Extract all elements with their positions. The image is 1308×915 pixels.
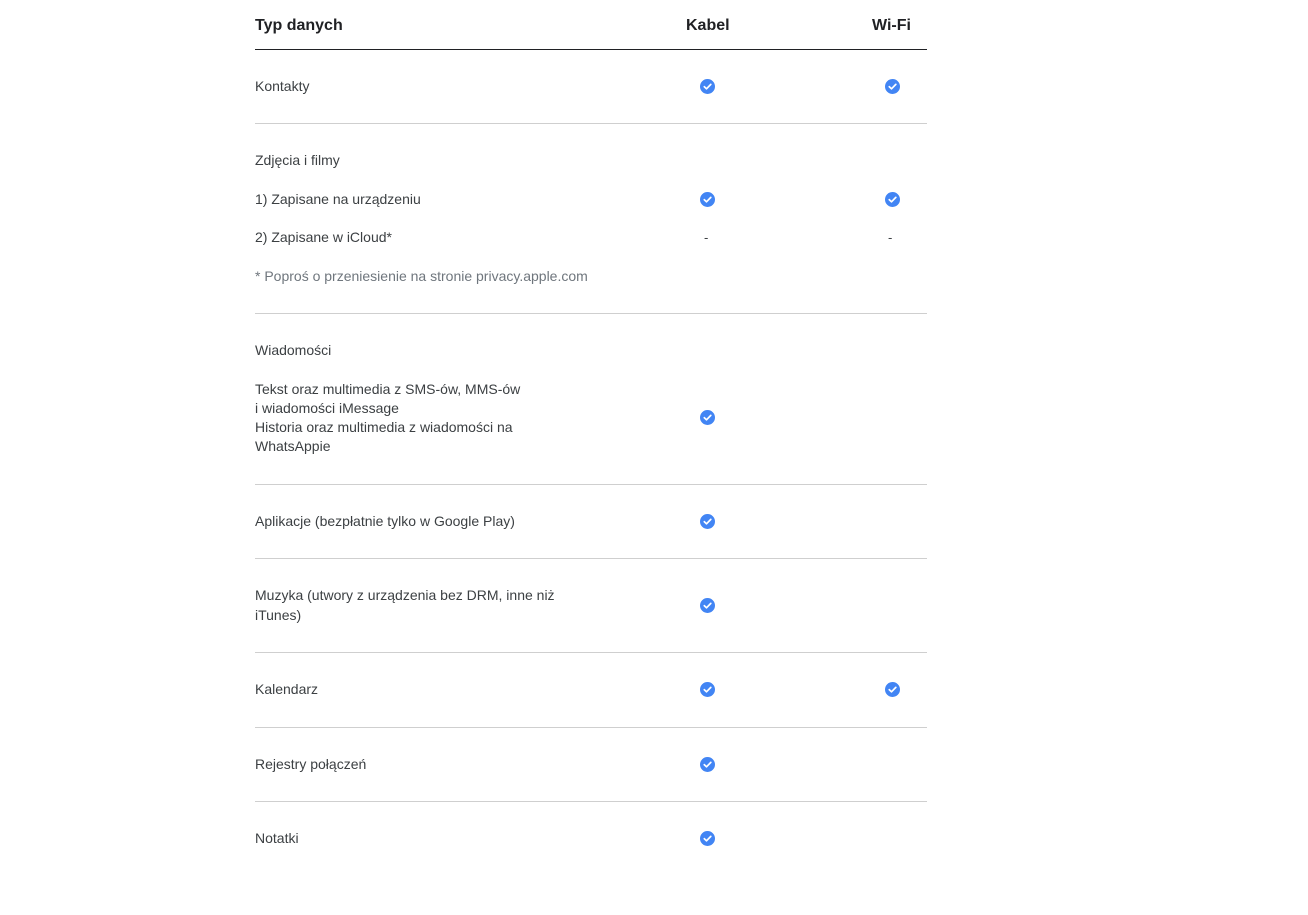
music-line-1: Muzyka (utwory z urządzenia bez DRM, inn…	[255, 587, 555, 603]
section-title: Wiadomości	[255, 342, 332, 358]
cable-check-icon	[700, 192, 715, 207]
row-apps: Aplikacje (bezpłatnie tylko w Google Pla…	[255, 484, 927, 559]
row-music: Muzyka (utwory z urządzenia bez DRM, inn…	[255, 558, 927, 653]
messages-line-1: Tekst oraz multimedia z SMS-ów, MMS-ów	[255, 381, 521, 397]
row-label: Kontakty	[255, 78, 310, 94]
column-header-cable: Kabel	[686, 17, 730, 34]
data-transfer-table: Typ danych Kabel Wi-Fi Kontakty Zdjęcia …	[255, 0, 927, 846]
cable-dash: -	[704, 230, 709, 245]
icloud-note: * Poproś o przeniesienie na stronie priv…	[255, 268, 588, 284]
wifi-check-icon	[885, 682, 900, 697]
row-label: Aplikacje (bezpłatnie tylko w Google Pla…	[255, 513, 515, 529]
cable-check-icon	[700, 831, 715, 846]
wifi-check-icon	[885, 79, 900, 94]
cable-check-icon	[700, 410, 715, 425]
row-contacts: Kontakty	[255, 49, 927, 124]
row-calls: Rejestry połączeń	[255, 727, 927, 802]
wifi-check-icon	[885, 192, 900, 207]
cable-check-icon	[700, 757, 715, 772]
column-header-wifi: Wi-Fi	[872, 17, 911, 34]
wifi-dash: -	[888, 230, 893, 245]
messages-line-2: i wiadomości iMessage	[255, 400, 399, 416]
row-label: Rejestry połączeń	[255, 756, 367, 772]
cable-check-icon	[700, 79, 715, 94]
cable-check-icon	[700, 514, 715, 529]
row-calendar: Kalendarz	[255, 652, 927, 728]
messages-line-4: WhatsAppie	[255, 438, 331, 454]
table-header: Typ danych Kabel Wi-Fi	[255, 0, 927, 50]
row-label: Kalendarz	[255, 681, 319, 697]
row-label-icloud: 2) Zapisane w iCloud*	[255, 229, 392, 245]
cable-check-icon	[700, 682, 715, 697]
row-label: Notatki	[255, 830, 299, 846]
row-notes: Notatki	[255, 801, 927, 875]
row-photos: Zdjęcia i filmy 1) Zapisane na urządzeni…	[255, 123, 927, 314]
row-messages: Wiadomości Tekst oraz multimedia z SMS-ó…	[255, 313, 927, 485]
music-line-2: iTunes)	[255, 607, 302, 623]
column-header-type: Typ danych	[255, 17, 343, 34]
messages-line-3: Historia oraz multimedia z wiadomości na	[255, 419, 513, 435]
row-label-device: 1) Zapisane na urządzeniu	[255, 191, 421, 207]
cable-check-icon	[700, 598, 715, 613]
section-title: Zdjęcia i filmy	[255, 152, 340, 168]
